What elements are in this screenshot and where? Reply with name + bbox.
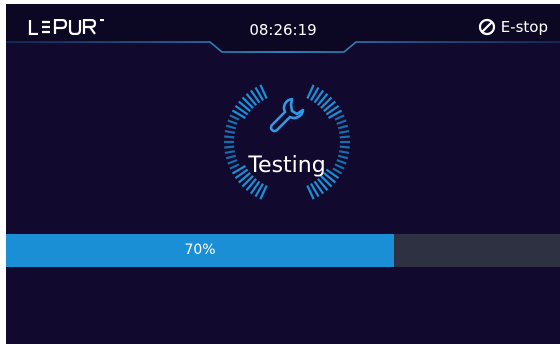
ring-tick	[224, 129, 236, 134]
progress-bar: 70%	[6, 234, 560, 267]
ring-tick	[225, 124, 237, 130]
prohibited-icon	[478, 18, 495, 36]
ring-tick	[336, 119, 347, 125]
ring-tick	[229, 114, 240, 121]
ring-tick	[227, 119, 238, 125]
progress-percent: 70%	[184, 242, 216, 258]
e-stop-button[interactable]: E-stop	[478, 15, 548, 39]
ring-tick	[339, 145, 350, 149]
status-label: Testing	[248, 153, 326, 178]
ring-tick	[224, 145, 235, 149]
status-dial: Testing	[222, 62, 352, 222]
ring-tick	[334, 114, 345, 121]
ring-tick	[338, 129, 350, 134]
wrench-icon	[269, 97, 305, 133]
e-stop-label: E-stop	[500, 18, 548, 36]
progress-ring-ticks	[224, 84, 350, 200]
ring-tick	[337, 124, 349, 130]
ring-tick	[339, 135, 350, 139]
ring-tick	[224, 135, 235, 139]
device-screen: 08:26:19 E-stop Testing 70%	[6, 4, 560, 344]
